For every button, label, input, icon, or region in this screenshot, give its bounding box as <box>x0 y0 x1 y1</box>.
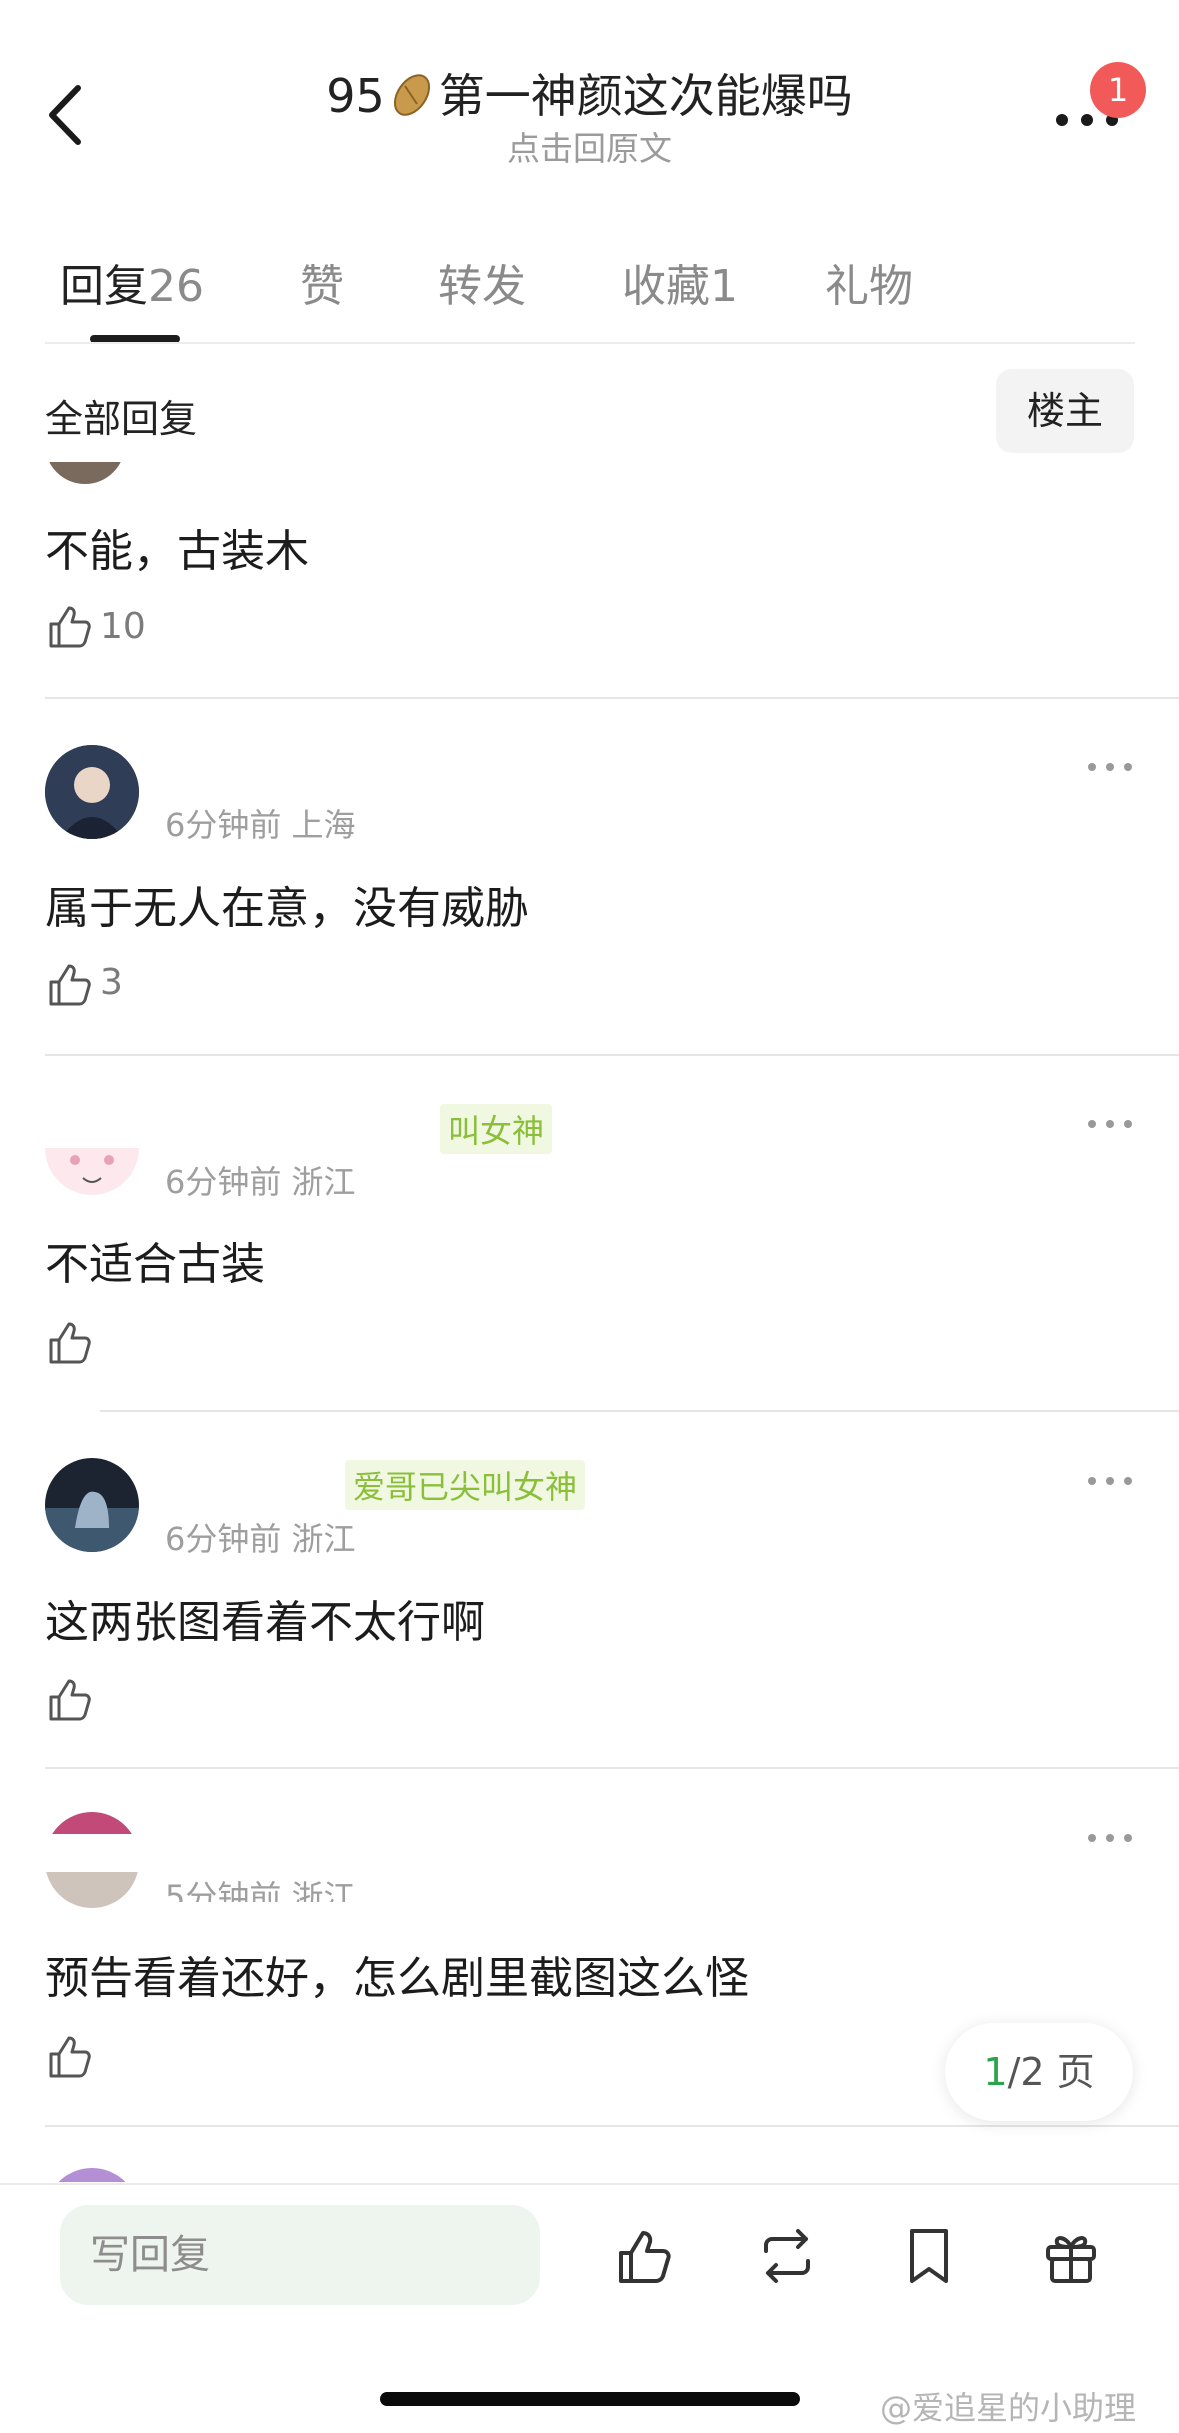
all-replies-label[interactable]: 全部回复 <box>45 388 197 443</box>
comment-divider <box>45 2125 1179 2127</box>
tab-favorites-label: 收藏 <box>622 261 710 312</box>
peanut-emoji-icon <box>393 74 430 116</box>
current-page: 1 <box>983 2050 1008 2094</box>
comment-more-icon[interactable] <box>1085 1831 1135 1845</box>
tab-favorites-count: 1 <box>710 261 738 312</box>
avatar-top <box>45 1812 139 1834</box>
avatar[interactable] <box>45 1148 139 1198</box>
comment-divider <box>45 1767 1179 1769</box>
tabs-divider <box>45 342 1135 344</box>
comment-time: 5分钟前 <box>165 1878 282 1902</box>
tab-favorites[interactable]: 收藏1 <box>622 250 738 314</box>
bottom-bar-divider <box>0 2183 1179 2185</box>
op-only-button[interactable]: 楼主 <box>996 369 1134 453</box>
tab-replies-label: 回复 <box>60 261 148 312</box>
avatar[interactable] <box>45 1458 139 1552</box>
comment-divider <box>100 1410 1179 1412</box>
tab-reposts[interactable]: 转发 <box>438 250 526 314</box>
thumbs-up-icon[interactable] <box>45 2032 95 2082</box>
title-prefix: 95 <box>326 69 385 123</box>
comment-text: 预告看着还好，怎么剧里截图这么怪 <box>45 1953 749 2004</box>
comment-location: 浙江 <box>291 1520 356 1558</box>
comment-text: 不适合古装 <box>45 1239 265 1290</box>
comment-more-icon[interactable] <box>1085 760 1135 774</box>
avatar[interactable] <box>45 745 139 839</box>
notification-badge: 1 <box>1090 62 1146 118</box>
avatar-image <box>45 745 139 839</box>
comment-text: 这两张图看着不太行啊 <box>45 1597 485 1648</box>
comment-meta: 5分钟前 浙江 <box>165 1872 356 1902</box>
comment-location: 浙江 <box>291 1878 356 1902</box>
comment-text: 不能，古装木 <box>45 526 309 577</box>
like-count: 10 <box>100 606 146 647</box>
avatar[interactable] <box>45 1872 139 1908</box>
thumbs-up-icon[interactable] <box>45 1318 95 1368</box>
comment-meta: 6分钟前 浙江 <box>165 1514 356 1560</box>
tab-gifts-label: 礼物 <box>825 261 913 312</box>
comment-divider <box>45 697 1179 699</box>
home-indicator[interactable] <box>380 2392 800 2406</box>
avatar-image <box>45 1458 139 1552</box>
gift-icon[interactable] <box>1040 2225 1102 2287</box>
like-count: 3 <box>100 962 123 1003</box>
tab-likes-label: 赞 <box>300 261 344 312</box>
back-to-original-link[interactable]: 点击回原文 <box>0 122 1179 170</box>
thumbs-up-icon[interactable] <box>45 602 95 652</box>
post-title[interactable]: 95 第一神颜这次能爆吗 <box>0 68 1179 124</box>
reply-input[interactable]: 写回复 <box>60 2205 540 2305</box>
title-suffix: 第一神颜这次能爆吗 <box>438 69 853 123</box>
thumbs-up-icon[interactable] <box>45 1675 95 1725</box>
tab-replies[interactable]: 回复26 <box>60 250 204 314</box>
like-post-icon[interactable] <box>615 2225 677 2287</box>
avatar-image <box>45 1148 139 1195</box>
comment-more-icon[interactable] <box>1085 1117 1135 1131</box>
comment-meta: 6分钟前 浙江 <box>165 1157 356 1203</box>
thumbs-up-icon[interactable] <box>45 960 95 1010</box>
bookmark-icon[interactable] <box>898 2225 960 2287</box>
comment-divider <box>45 1054 1179 1056</box>
user-tag: 叫女神 <box>440 1104 553 1154</box>
repost-icon[interactable] <box>756 2225 818 2287</box>
comment-more-icon[interactable] <box>1085 1474 1135 1488</box>
avatar[interactable] <box>45 462 125 484</box>
comment-time: 6分钟前 <box>165 806 282 844</box>
tab-reposts-label: 转发 <box>438 261 526 312</box>
total-pages: /2 页 <box>1007 2050 1095 2094</box>
avatar-peek <box>45 2168 139 2182</box>
tab-replies-count: 26 <box>148 261 204 312</box>
comment-location: 浙江 <box>291 1163 356 1201</box>
comment-text: 属于无人在意，没有威胁 <box>45 883 529 934</box>
comment-time: 6分钟前 <box>165 1163 282 1201</box>
page-indicator[interactable]: 1/2 页 <box>945 2023 1133 2121</box>
comment-time: 6分钟前 <box>165 1520 282 1558</box>
comment-location: 上海 <box>291 806 356 844</box>
user-tag: 爱哥已尖叫女神 <box>345 1460 586 1510</box>
tab-gifts[interactable]: 礼物 <box>825 250 913 314</box>
watermark: @爱追星的小助理 <box>880 2389 1137 2427</box>
tab-likes[interactable]: 赞 <box>300 250 344 314</box>
comment-meta: 6分钟前 上海 <box>165 800 356 846</box>
